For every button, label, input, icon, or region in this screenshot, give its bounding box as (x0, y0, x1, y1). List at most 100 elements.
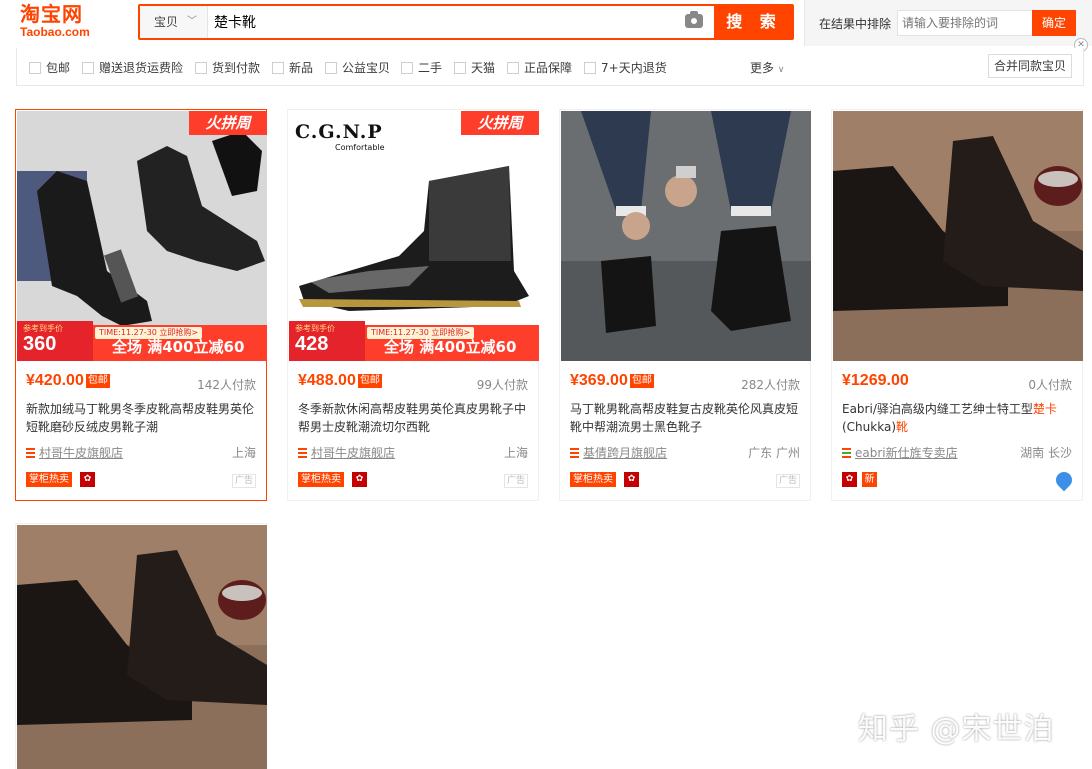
filter-free-shipping[interactable]: 包邮 (29, 59, 70, 76)
hot-sale-tag[interactable]: 掌柜热卖 (26, 472, 72, 487)
filter-label: 正品保障 (524, 61, 573, 75)
tmall-icon[interactable]: ✿ (624, 472, 639, 487)
shop-link[interactable]: 村哥牛皮旗舰店 (26, 444, 123, 461)
location: 湖南 长沙 (1020, 446, 1072, 460)
tmall-icon[interactable]: ✿ (842, 472, 857, 487)
price: ¥369.00 包邮 (570, 372, 654, 390)
filter-return-insurance[interactable]: 赠送退货运费险 (82, 59, 183, 76)
taobao-logo[interactable]: 淘宝网 Taobao.com (20, 3, 112, 43)
product-card[interactable] (15, 523, 267, 769)
product-image[interactable]: 火拼周 TIME:11.27-30 立即抢购> 全场 满400立减60 参考到手… (17, 111, 267, 361)
checkbox-icon[interactable] (272, 62, 284, 74)
filter-new[interactable]: 新品 (272, 59, 313, 76)
top-bar: 淘宝网 Taobao.com 宝贝 ﹀ 搜 索 在结果中排除 确定 ✕ (0, 0, 1092, 52)
price: ¥1269.00 (842, 372, 909, 390)
product-title[interactable]: 马丁靴男靴高帮皮鞋复古皮靴英伦风真皮短靴中帮潮流男士黑色靴子 (570, 400, 804, 436)
more-filters-button[interactable]: 更多 ∨ (750, 59, 784, 76)
product-card[interactable]: 火拼周 TIME:11.27-30 立即抢购> 全场 满400立减60 参考到手… (15, 109, 267, 501)
checkbox-icon[interactable] (584, 62, 596, 74)
brand-sub: Comfortable (335, 143, 385, 152)
tmall-icon[interactable]: ✿ (80, 472, 95, 487)
sales-count: 0人付款 (1028, 378, 1072, 392)
location: 上海 (231, 446, 256, 460)
product-image[interactable] (833, 111, 1083, 361)
location: 上海 (503, 446, 528, 460)
shop-link[interactable]: 村哥牛皮旗舰店 (298, 444, 395, 461)
product-image[interactable] (561, 111, 811, 361)
camera-icon[interactable] (685, 11, 703, 28)
product-image[interactable]: C.G.N.P Comfortable 火拼周 TIME:11.27-30 立即… (289, 111, 539, 361)
filter-label: 赠送退货运费险 (99, 61, 184, 75)
title-part: Eabri/驿泊高级内缝工艺绅士特工型 (842, 402, 1033, 416)
filter-label: 二手 (418, 61, 443, 75)
filter-tmall[interactable]: 天猫 (454, 59, 495, 76)
search-input[interactable] (210, 6, 680, 38)
exclude-input[interactable] (897, 10, 1033, 36)
checkbox-icon[interactable] (507, 62, 519, 74)
search-category-select[interactable]: 宝贝 ﹀ (140, 6, 208, 38)
service-drop-icon[interactable] (1052, 468, 1076, 492)
logo-en: Taobao.com (20, 25, 90, 39)
shop-icon (298, 448, 307, 458)
product-card[interactable]: C.G.N.P Comfortable 火拼周 TIME:11.27-30 立即… (287, 109, 539, 501)
filter-label: 公益宝贝 (342, 61, 391, 75)
checkbox-icon[interactable] (401, 62, 413, 74)
search-button[interactable]: 搜 索 (714, 4, 794, 40)
filter-label: 货到付款 (212, 61, 261, 75)
price-value: ¥488.00 (298, 372, 356, 389)
title-part: (Chukka) (842, 420, 896, 434)
shop-icon (570, 448, 579, 458)
more-label: 更多 (750, 61, 775, 75)
filter-authentic[interactable]: 正品保障 (507, 59, 572, 76)
product-title[interactable]: 冬季新款休闲高帮皮鞋男英伦真皮男靴子中帮男士皮靴潮流切尔西靴 (298, 400, 532, 436)
filter-label: 包邮 (46, 61, 71, 75)
location: 广东 广州 (748, 446, 800, 460)
product-title[interactable]: 新款加绒马丁靴男冬季皮靴高帮皮鞋男英伦短靴磨砂反绒皮男靴子潮 (26, 400, 260, 436)
ad-badge: 广告 (503, 474, 528, 488)
checkbox-icon[interactable] (82, 62, 94, 74)
sales-count: 282人付款 (741, 378, 800, 392)
product-title[interactable]: Eabri/驿泊高级内缝工艺绅士特工型楚卡 (Chukka)靴 (842, 400, 1076, 436)
filter-label: 天猫 (471, 61, 496, 75)
free-shipping-badge: 包邮 (629, 374, 654, 388)
filter-bar: 包邮 赠送退货运费险 货到付款 新品 公益宝贝 二手 天猫 正品保障 7+天内退… (16, 48, 1084, 86)
checkbox-icon[interactable] (195, 62, 207, 74)
new-tag[interactable]: 新 (862, 472, 877, 487)
price: ¥420.00 包邮 (26, 372, 110, 390)
checkbox-icon[interactable] (454, 62, 466, 74)
filter-second-hand[interactable]: 二手 (401, 59, 442, 76)
sales-count: 99人付款 (476, 378, 528, 392)
tmall-icon[interactable]: ✿ (352, 472, 367, 487)
hot-sale-tag[interactable]: 掌柜热卖 (570, 472, 616, 487)
ad-badge: 广告 (231, 474, 256, 488)
search-category-label: 宝贝 (154, 15, 179, 29)
promo-price-box: 参考到手价 360 (17, 321, 93, 361)
shop-icon (842, 448, 851, 458)
price-value: ¥1269.00 (842, 372, 909, 389)
product-card[interactable]: ¥369.00 包邮 282人付款 马丁靴男靴高帮皮鞋复古皮靴英伦风真皮短靴中帮潮… (559, 109, 811, 501)
checkbox-icon[interactable] (325, 62, 337, 74)
sales-count: 142人付款 (197, 378, 256, 392)
free-shipping-badge: 包邮 (85, 374, 110, 388)
shop-name: eabri新仕旌专卖店 (855, 446, 958, 460)
price: ¥488.00 包邮 (298, 372, 382, 390)
chevron-down-icon: ∨ (777, 65, 785, 75)
promo-price-box: 参考到手价 428 (289, 321, 365, 361)
merge-same-items-button[interactable]: 合并同款宝贝 (988, 54, 1072, 78)
logo-cn: 淘宝网 (20, 2, 83, 26)
product-image[interactable] (17, 525, 267, 769)
shop-link[interactable]: 基倩跨月旗舰店 (570, 444, 667, 461)
shop-link[interactable]: eabri新仕旌专卖店 (842, 444, 958, 461)
shop-name: 基倩跨月旗舰店 (583, 446, 668, 460)
checkbox-icon[interactable] (29, 62, 41, 74)
price-value: ¥369.00 (570, 372, 628, 389)
filter-charity[interactable]: 公益宝贝 (325, 59, 390, 76)
hot-sale-tag[interactable]: 掌柜热卖 (298, 472, 344, 487)
title-highlight: 靴 (896, 420, 909, 434)
promo-text: 全场 满400立减60 (384, 338, 517, 356)
watermark: 知乎 @宋世泊 (858, 712, 1055, 747)
filter-cod[interactable]: 货到付款 (195, 59, 260, 76)
product-card[interactable]: ¥1269.00 0人付款 Eabri/驿泊高级内缝工艺绅士特工型楚卡 (Chuk… (831, 109, 1083, 501)
exclude-confirm-button[interactable]: 确定 (1032, 10, 1076, 36)
filter-7day-return[interactable]: 7+天内退货 (584, 59, 667, 76)
